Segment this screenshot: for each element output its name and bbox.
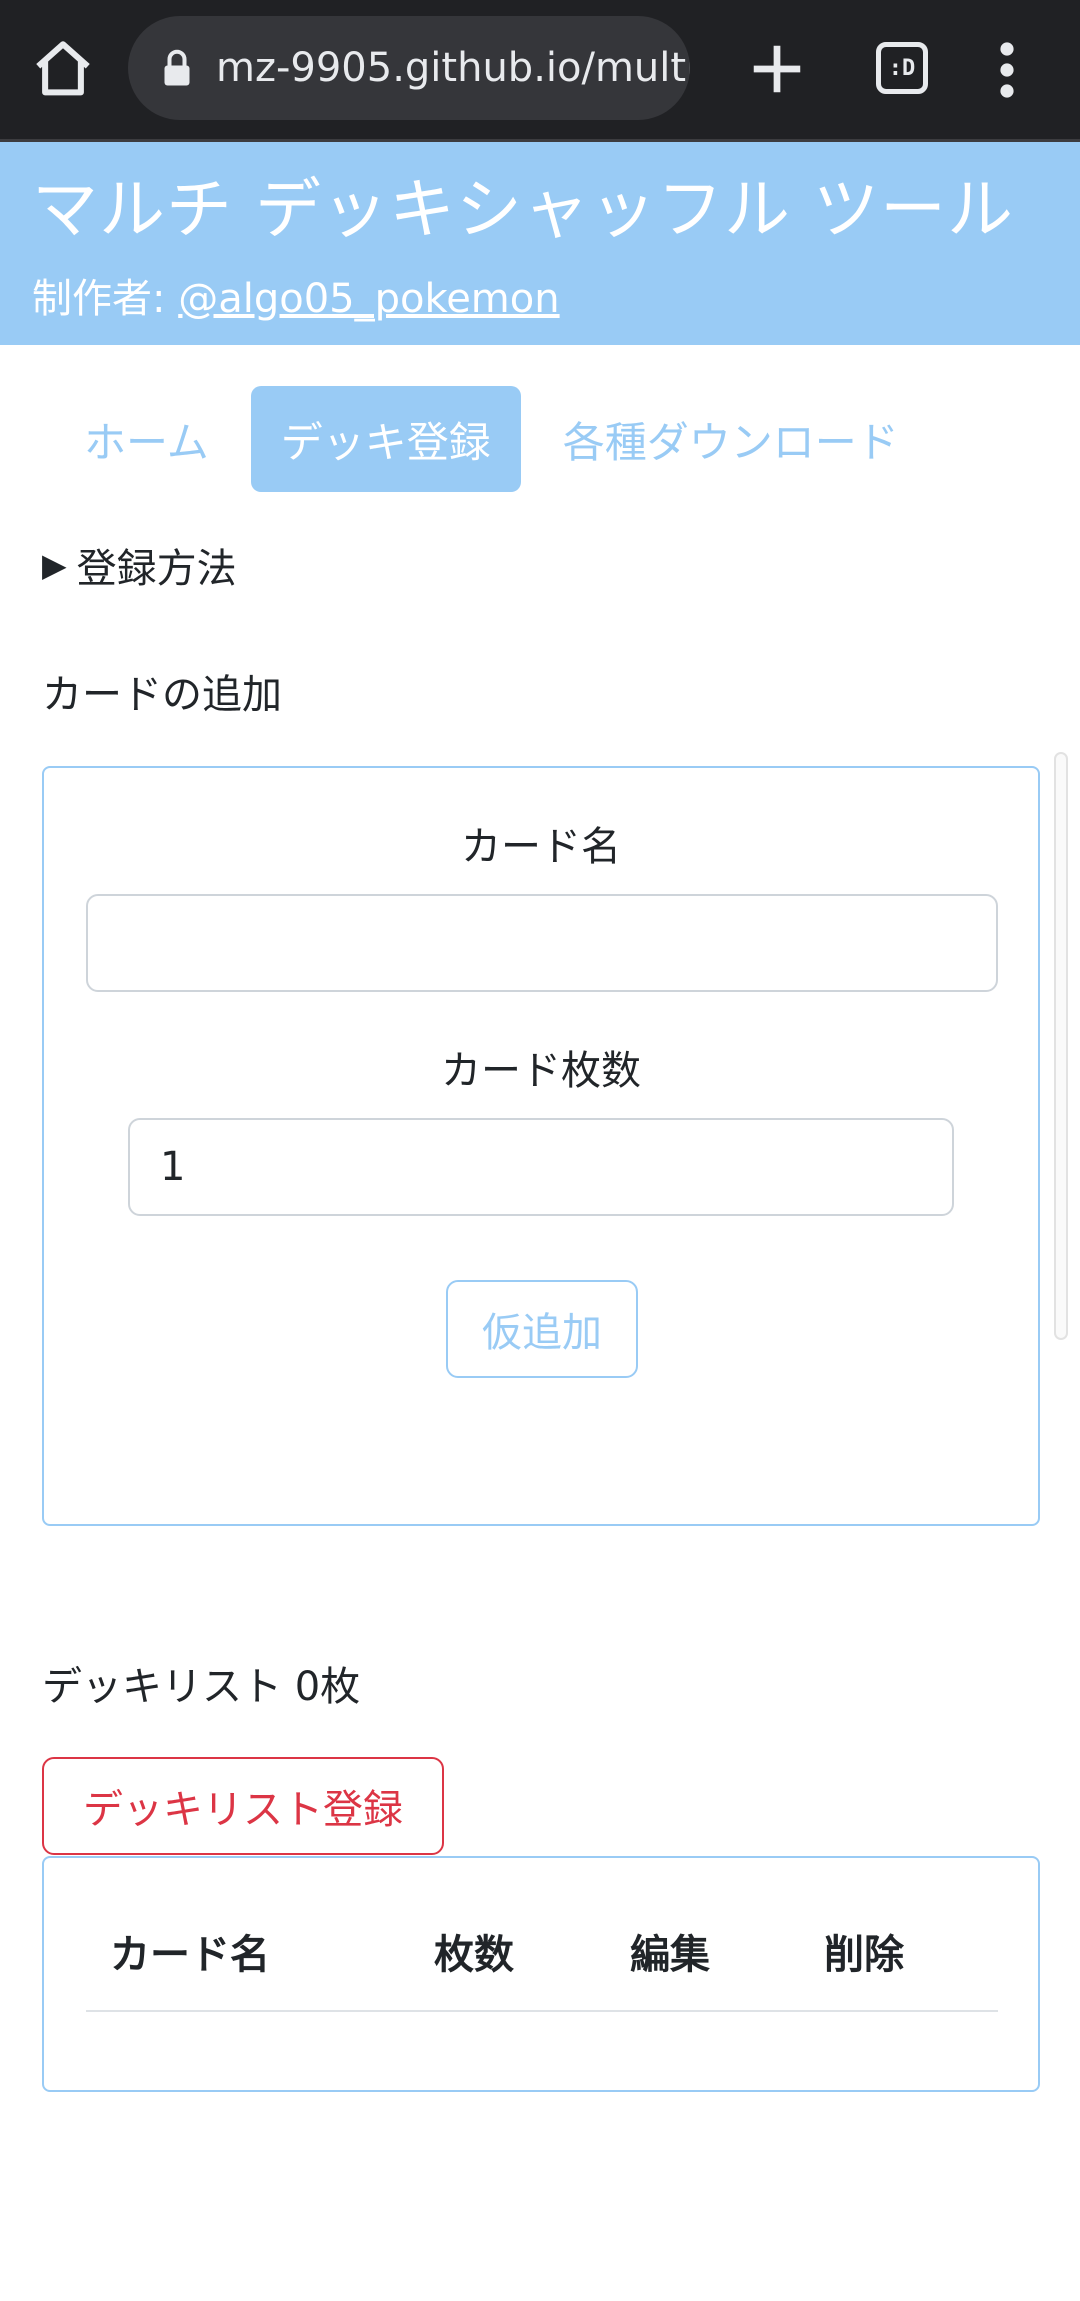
- home-icon[interactable]: [30, 36, 96, 102]
- tab-home[interactable]: ホーム: [54, 386, 239, 492]
- panel-scrollbar[interactable]: [1054, 752, 1068, 1340]
- add-card-panel: カード名 カード枚数 1 仮追加: [42, 766, 1040, 1526]
- registration-help-toggle[interactable]: ▶ 登録方法: [42, 536, 237, 594]
- column-card-name: カード名: [110, 1932, 270, 1978]
- more-menu-icon[interactable]: [992, 40, 1022, 100]
- address-bar[interactable]: mz-9905.github.io/multi: [128, 16, 690, 120]
- card-name-input[interactable]: [86, 894, 998, 992]
- card-name-label: カード名: [461, 824, 621, 870]
- details-summary: 登録方法: [76, 546, 237, 592]
- temp-add-button[interactable]: 仮追加: [446, 1280, 638, 1378]
- deck-list-heading: デッキリスト 0枚: [42, 1664, 361, 1710]
- new-tab-icon[interactable]: [746, 38, 808, 100]
- tab-deck-register[interactable]: デッキ登録: [250, 386, 521, 492]
- page-title: マルチ デッキシャッフル ツール: [32, 171, 1014, 248]
- table-header-row: カード名 枚数 編集 削除: [86, 1922, 998, 2012]
- author-prefix: 制作者:: [32, 276, 179, 322]
- column-count: 枚数: [434, 1932, 514, 1978]
- column-delete: 削除: [824, 1932, 904, 1978]
- lock-icon: [164, 49, 190, 86]
- nav-tabs: ホーム デッキ登録 各種ダウンロード: [54, 386, 929, 492]
- author-line: 制作者: @algo05_pokemon: [32, 266, 560, 324]
- card-count-input[interactable]: 1: [128, 1118, 954, 1216]
- url-text: mz-9905.github.io/multi: [216, 45, 690, 91]
- deck-list-table: カード名 枚数 編集 削除: [42, 1856, 1040, 2092]
- register-deck-list-button[interactable]: デッキリスト登録: [42, 1757, 444, 1855]
- tab-downloads[interactable]: 各種ダウンロード: [533, 386, 929, 492]
- tab-switcher-button[interactable]: :D: [876, 42, 928, 94]
- author-link[interactable]: @algo05_pokemon: [178, 276, 559, 322]
- column-edit: 編集: [630, 1932, 710, 1978]
- expand-triangle-icon: ▶: [42, 546, 67, 584]
- site-header: マルチ デッキシャッフル ツール 制作者: @algo05_pokemon: [0, 142, 1080, 345]
- card-count-label: カード枚数: [441, 1048, 641, 1094]
- add-card-heading: カードの追加: [42, 672, 282, 718]
- browser-toolbar: mz-9905.github.io/multi :D: [0, 0, 1080, 142]
